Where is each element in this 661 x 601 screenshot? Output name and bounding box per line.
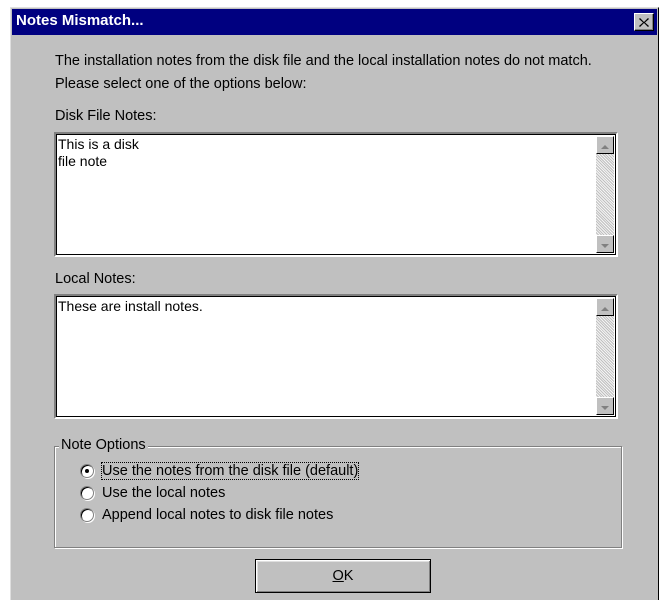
notes-mismatch-dialog: Notes Mismatch... The installation notes… [10,7,659,600]
option-label: Append local notes to disk file notes [102,507,334,523]
option-use-disk-notes[interactable]: Use the notes from the disk file (defaul… [80,461,360,481]
local-notes-scrollbar[interactable] [596,298,614,415]
radio-button[interactable] [80,508,94,522]
radio-button-selected[interactable] [80,464,94,478]
dialog-title: Notes Mismatch... [16,12,144,29]
arrow-down-icon [601,236,609,252]
disk-file-notes-textarea[interactable]: This is a disk file note [54,132,618,257]
arrow-down-icon [601,398,609,414]
disk-file-notes-label: Disk File Notes: [55,108,157,124]
instruction-message: The installation notes from the disk fil… [55,53,592,92]
note-options-title: Note Options [59,437,148,453]
option-label: Use the notes from the disk file (defaul… [100,462,360,480]
option-label: Use the local notes [102,485,226,501]
radio-button[interactable] [80,486,94,500]
scroll-up-button[interactable] [596,298,614,316]
close-button[interactable] [634,13,654,31]
local-notes-textarea[interactable]: These are install notes. [54,294,618,419]
ok-accelerator: O [332,568,344,584]
scroll-down-button[interactable] [596,397,614,415]
option-use-local-notes[interactable]: Use the local notes [80,483,225,503]
scroll-up-button[interactable] [596,136,614,154]
local-notes-text: These are install notes. [58,298,203,314]
arrow-up-icon [601,299,609,315]
arrow-up-icon [601,137,609,153]
scroll-down-button[interactable] [596,235,614,253]
ok-button[interactable]: OK [255,559,431,593]
disk-notes-scrollbar[interactable] [596,136,614,253]
local-notes-label: Local Notes: [55,271,136,287]
note-options-group: Note Options Use the notes from the disk… [54,437,622,548]
ok-label-rest: K [343,568,354,584]
option-append-notes[interactable]: Append local notes to disk file notes [80,505,333,525]
disk-file-notes-text: This is a disk file note [58,136,139,169]
title-bar[interactable]: Notes Mismatch... [12,9,657,35]
close-icon [639,17,649,27]
